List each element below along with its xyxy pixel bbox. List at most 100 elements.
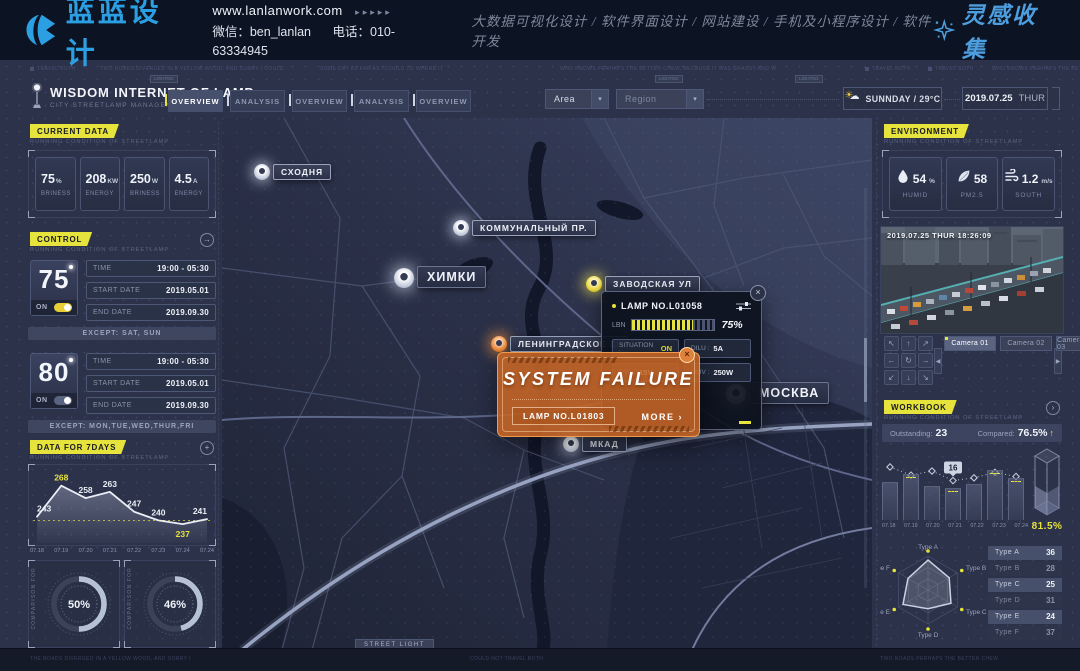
close-icon[interactable]: × bbox=[750, 285, 766, 301]
map-pin-white[interactable] bbox=[563, 436, 579, 452]
x-tick-label: 07.21 bbox=[103, 548, 117, 554]
map-pin-white[interactable] bbox=[394, 268, 414, 288]
camera-button-camera-01[interactable]: Camera 01 bbox=[944, 336, 996, 351]
type-row-type-c[interactable]: Type C25 bbox=[988, 578, 1062, 592]
chevron-down-icon[interactable]: ▾ bbox=[591, 90, 608, 108]
camera-reset-button[interactable]: ↻ bbox=[901, 353, 916, 368]
x-tick-label: 07.23 bbox=[992, 523, 1006, 529]
region-select[interactable]: Region ▾ bbox=[616, 89, 704, 109]
lamp-power-row: ON bbox=[31, 300, 77, 315]
type-row-type-e[interactable]: Type E24 bbox=[988, 610, 1062, 624]
week-chart-x-axis: 07.1807.1907.2007.2107.2207.2307.2407.24 bbox=[28, 548, 216, 554]
data-for-7days-label: DATA FOR 7DAYS bbox=[30, 440, 126, 454]
map-pin-yellow[interactable] bbox=[586, 276, 602, 292]
workbook-expand-button[interactable]: › bbox=[1046, 401, 1060, 415]
svg-text:240: 240 bbox=[151, 507, 165, 517]
camera-pan-button[interactable]: → bbox=[918, 353, 933, 368]
field-label: TIME bbox=[93, 265, 112, 272]
schedule-field-time[interactable]: TIME19:00 - 05:30 bbox=[86, 260, 216, 277]
type-row-type-b[interactable]: Type B28 bbox=[988, 562, 1062, 576]
tab-analysis-3[interactable]: ANALYSIS bbox=[354, 90, 409, 112]
camera-pan-button[interactable]: ← bbox=[884, 353, 899, 368]
lamp-dot-icon bbox=[568, 440, 574, 446]
map-pin-white[interactable] bbox=[453, 220, 469, 236]
svg-text:46%: 46% bbox=[164, 599, 186, 611]
svg-text:Type B: Type B bbox=[966, 565, 986, 572]
corner-bracket bbox=[28, 464, 35, 471]
brightness-bar[interactable] bbox=[631, 319, 715, 331]
power-toggle[interactable] bbox=[54, 303, 72, 312]
type-value: 28 bbox=[1046, 564, 1055, 573]
gauge-svg: 50% bbox=[42, 567, 116, 641]
map-label[interactable]: СХОДНЯ bbox=[273, 164, 331, 180]
x-tick-label: 07.22 bbox=[127, 548, 141, 554]
map-corner-bracket bbox=[866, 118, 872, 124]
schedule-field-start-date[interactable]: START DATE2019.05.01 bbox=[86, 375, 216, 392]
camera-pan-button[interactable]: ↘ bbox=[918, 370, 933, 385]
type-row-type-a[interactable]: Type A36 bbox=[988, 546, 1062, 560]
date-widget: 2019.07.25 THUR bbox=[962, 87, 1048, 110]
website-link[interactable]: www.lanlanwork.com bbox=[212, 3, 342, 18]
camera-pan-button[interactable]: ↑ bbox=[901, 336, 916, 351]
camera-list-prev-button[interactable]: ◀ bbox=[934, 348, 942, 374]
control-group-1: 75ONTIME19:00 - 05:30START DATE2019.05.0… bbox=[28, 258, 216, 340]
schedule-field-start-date[interactable]: START DATE2019.05.01 bbox=[86, 282, 216, 299]
sliders-icon[interactable] bbox=[736, 301, 751, 311]
area-select[interactable]: Area ▾ bbox=[545, 89, 609, 109]
camera-pan-button[interactable]: ↙ bbox=[884, 370, 899, 385]
camera-pan-button[interactable]: ↓ bbox=[901, 370, 916, 385]
add-button[interactable]: + bbox=[200, 441, 214, 455]
inspiration-collect[interactable]: 灵感收集 bbox=[933, 0, 1056, 64]
map-corner-bracket bbox=[222, 118, 228, 124]
tab-overview-4[interactable]: OVERVIEW bbox=[416, 90, 471, 112]
type-row-type-d[interactable]: Type D31 bbox=[988, 594, 1062, 608]
type-row-type-f[interactable]: Type F37 bbox=[988, 626, 1062, 640]
env-card-pm25: 58PM2.5 bbox=[946, 157, 999, 211]
tab-overview-2[interactable]: OVERVIEW bbox=[292, 90, 347, 112]
map-label[interactable]: КОММУНАЛЬНЫЙ ПР. bbox=[472, 220, 596, 236]
scrollbar-handle[interactable] bbox=[864, 338, 867, 402]
environment-label: ENVIRONMENT bbox=[884, 124, 969, 138]
area-select-value: Area bbox=[554, 94, 575, 104]
weather-widget: ☀ ☁ SUNNDAY / 29°C bbox=[843, 87, 942, 110]
map-pin-white[interactable] bbox=[254, 164, 270, 180]
map-pin-orange[interactable] bbox=[491, 336, 507, 352]
city-map[interactable]: × LAMP NO.L01058 LBN 75% SITUATION :ONDI… bbox=[222, 118, 872, 650]
power-toggle[interactable] bbox=[54, 396, 72, 405]
lamp-state-label: ON bbox=[36, 397, 48, 404]
map-label[interactable]: ХИМКИ bbox=[417, 266, 486, 288]
bar-target-mark bbox=[1011, 481, 1021, 482]
chevron-down-icon[interactable]: ▾ bbox=[686, 90, 703, 108]
tab-overview-0[interactable]: OVERVIEW bbox=[168, 90, 223, 112]
field-label: END DATE bbox=[93, 309, 132, 316]
map-label[interactable]: ЗАВОДСКАЯ УЛ bbox=[605, 276, 700, 292]
type-label: Type D bbox=[995, 597, 1020, 604]
corner-bracket bbox=[28, 150, 35, 157]
workbook-bar-07.23 bbox=[987, 470, 1003, 520]
bulb-icon bbox=[69, 265, 73, 269]
lanlan-logo: 蓝蓝设计 bbox=[22, 0, 186, 72]
camera-button-camera-03[interactable]: Camera 03 bbox=[1056, 336, 1080, 351]
camera-list-next-button[interactable]: ▶ bbox=[1054, 348, 1062, 374]
control-groups: 75ONTIME19:00 - 05:30START DATE2019.05.0… bbox=[28, 258, 216, 444]
control-expand-button[interactable]: → bbox=[200, 233, 214, 247]
camera-pan-button[interactable]: ↗ bbox=[918, 336, 933, 351]
workbook-bar-07.20 bbox=[924, 486, 940, 520]
close-icon[interactable]: × bbox=[679, 347, 695, 363]
stat-value: 208 bbox=[86, 172, 107, 186]
camera-pan-button[interactable]: ↖ bbox=[884, 336, 899, 351]
x-tick-label: 07.24 bbox=[200, 548, 214, 554]
schedule-field-time[interactable]: TIME19:00 - 05:30 bbox=[86, 353, 216, 370]
map-scrollbar[interactable] bbox=[864, 188, 867, 588]
schedule-field-end-date[interactable]: END DATE2019.09.30 bbox=[86, 397, 216, 414]
map-label[interactable]: МКАД bbox=[582, 436, 627, 452]
capacity-cube bbox=[1034, 448, 1060, 518]
tab-analysis-1[interactable]: ANALYSIS bbox=[230, 90, 285, 112]
field-value: 2019.09.30 bbox=[166, 401, 209, 410]
schedule-field-end-date[interactable]: END DATE2019.09.30 bbox=[86, 304, 216, 321]
camera-button-camera-02[interactable]: Camera 02 bbox=[1000, 336, 1052, 351]
more-button[interactable]: MORE › bbox=[641, 412, 683, 422]
x-tick-label: 07.24 bbox=[176, 548, 190, 554]
type-value: 25 bbox=[1046, 580, 1055, 589]
field-value: 19:00 - 05:30 bbox=[157, 357, 209, 366]
